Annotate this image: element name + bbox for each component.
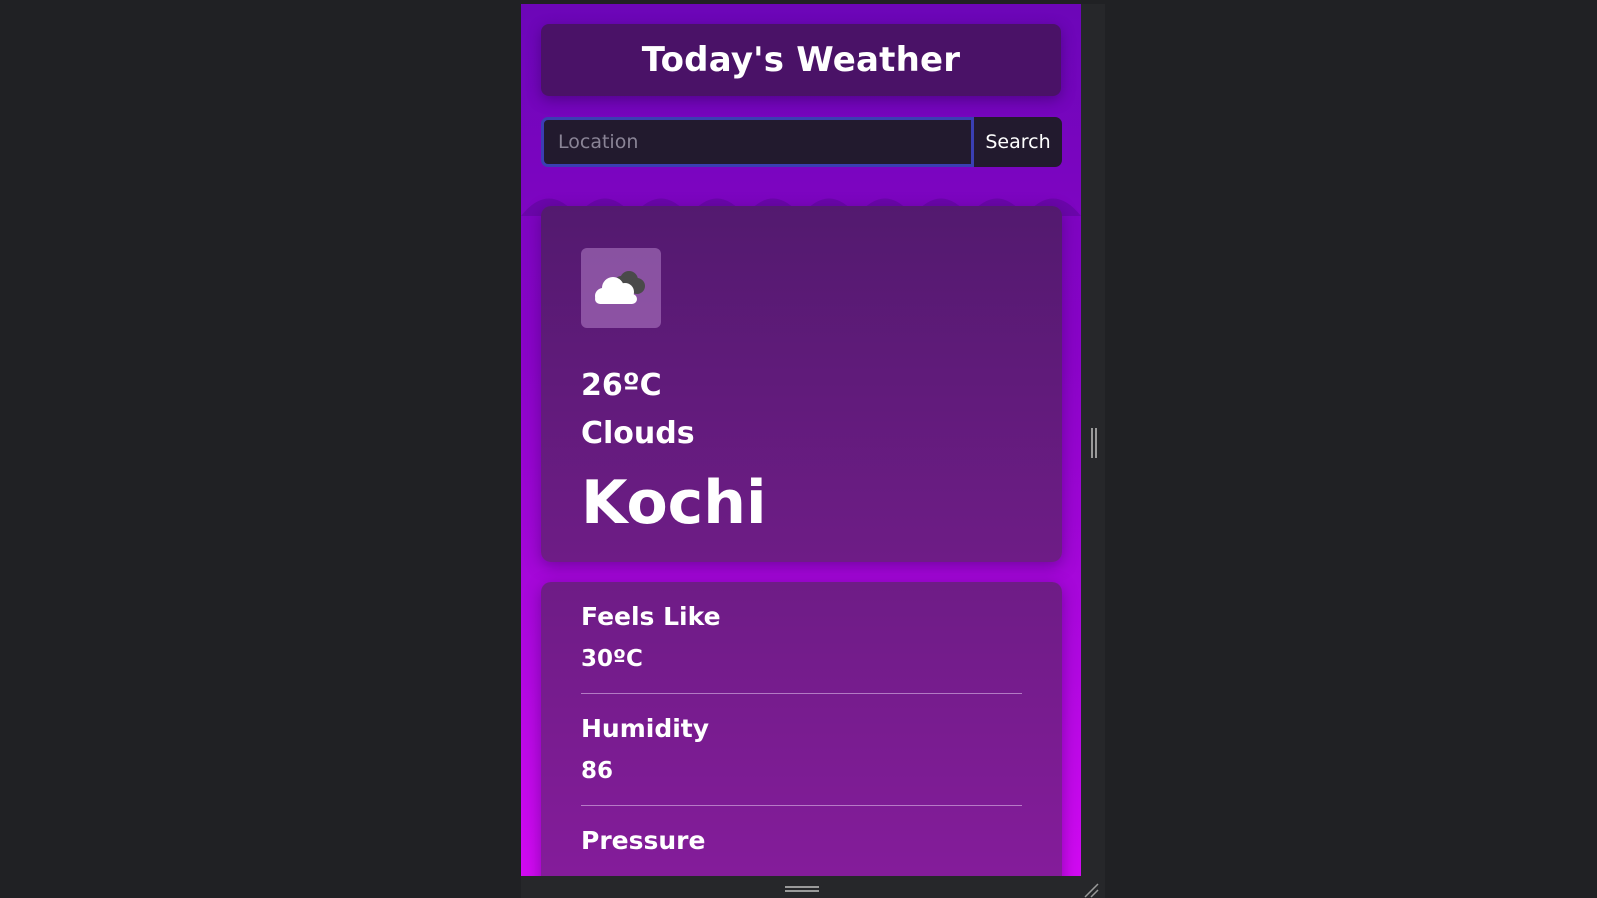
detail-label: Humidity [581, 714, 710, 743]
search-button[interactable]: Search [974, 117, 1062, 167]
vertical-resize-handle[interactable] [1091, 428, 1097, 458]
detail-humidity: Humidity 86 [581, 714, 1022, 784]
detail-feels-like: Feels Like 30ºC [581, 602, 1022, 672]
resize-grip-icon[interactable] [1083, 882, 1099, 898]
temperature: 26ºC [581, 368, 662, 403]
horizontal-resize-handle[interactable] [785, 886, 819, 892]
detail-label: Feels Like [581, 602, 721, 631]
page-title: Today's Weather [641, 40, 961, 80]
detail-value: 86 [581, 758, 614, 784]
weather-icon-box [581, 248, 661, 328]
header-bar: Today's Weather [541, 24, 1061, 96]
search-bar: Search [541, 117, 1062, 167]
location-search-input[interactable] [541, 117, 974, 167]
weather-condition: Clouds [581, 416, 695, 451]
detail-value: 30ºC [581, 646, 643, 672]
current-weather-card: 26ºC Clouds Kochi [541, 206, 1062, 562]
detail-label: Pressure [581, 826, 706, 855]
weather-app: Today's Weather Search 26ºC [521, 4, 1081, 876]
detail-pressure: Pressure [581, 826, 1022, 870]
clouds-icon [595, 271, 645, 304]
divider [581, 693, 1022, 694]
divider [581, 805, 1022, 806]
city-name: Kochi [581, 468, 767, 538]
weather-details-card: Feels Like 30ºC Humidity 86 Pressure [541, 582, 1062, 876]
app-frame: Today's Weather Search 26ºC [521, 4, 1105, 898]
